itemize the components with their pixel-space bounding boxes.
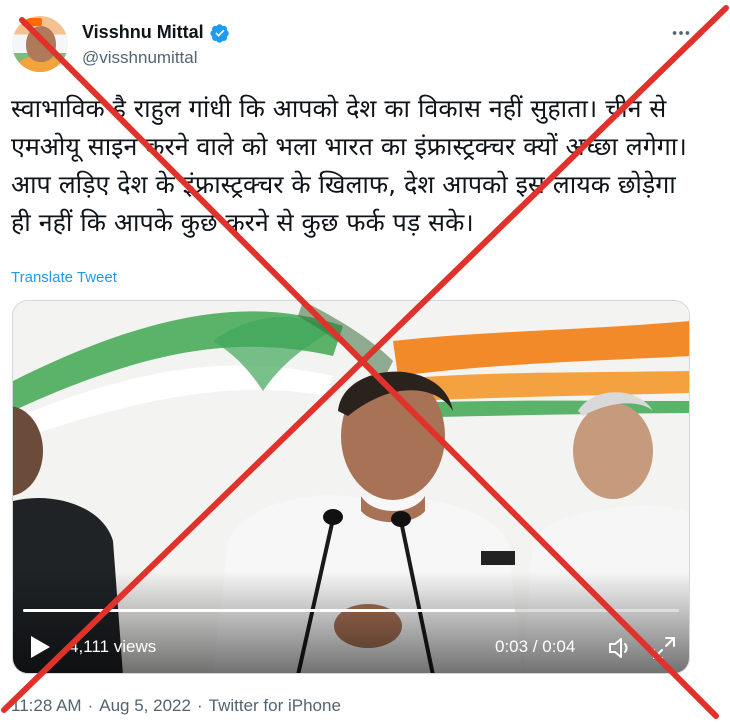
author-display-name[interactable]: Visshnu Mittal bbox=[82, 22, 204, 43]
video-progress-bar[interactable] bbox=[23, 609, 679, 612]
tweet-text: स्वाभाविक है राहुल गांधी कि आपको देश का … bbox=[11, 94, 687, 237]
tweet-date[interactable]: Aug 5, 2022 bbox=[99, 696, 191, 716]
tweet-card: Visshnu Mittal @visshnumittal स्वाभाविक … bbox=[0, 0, 730, 723]
tweet-meta: 11:28 AM · Aug 5, 2022 · Twitter for iPh… bbox=[11, 696, 341, 716]
play-icon[interactable] bbox=[29, 635, 51, 659]
author-handle[interactable]: @visshnumittal bbox=[82, 48, 198, 68]
video-player[interactable]: 4,111 views 0:03 / 0:04 bbox=[12, 300, 690, 674]
translate-tweet-link[interactable]: Translate Tweet bbox=[11, 269, 117, 286]
volume-icon[interactable] bbox=[607, 635, 633, 661]
avatar[interactable] bbox=[12, 16, 68, 72]
meta-separator: · bbox=[196, 696, 203, 715]
tweet-source[interactable]: Twitter for iPhone bbox=[209, 696, 341, 716]
video-controls: 4,111 views 0:03 / 0:04 bbox=[13, 621, 689, 673]
tweet-time[interactable]: 11:28 AM bbox=[11, 696, 82, 716]
meta-separator: · bbox=[87, 696, 94, 715]
more-options-icon[interactable] bbox=[668, 20, 694, 46]
video-frame bbox=[13, 301, 689, 673]
fullscreen-icon[interactable] bbox=[651, 635, 677, 661]
verified-badge-icon bbox=[210, 23, 229, 43]
video-view-count: 4,111 views bbox=[69, 637, 157, 656]
author-name-row[interactable]: Visshnu Mittal bbox=[82, 22, 230, 43]
video-time: 0:03 / 0:04 bbox=[495, 637, 576, 656]
video-progress-fill bbox=[23, 609, 515, 612]
